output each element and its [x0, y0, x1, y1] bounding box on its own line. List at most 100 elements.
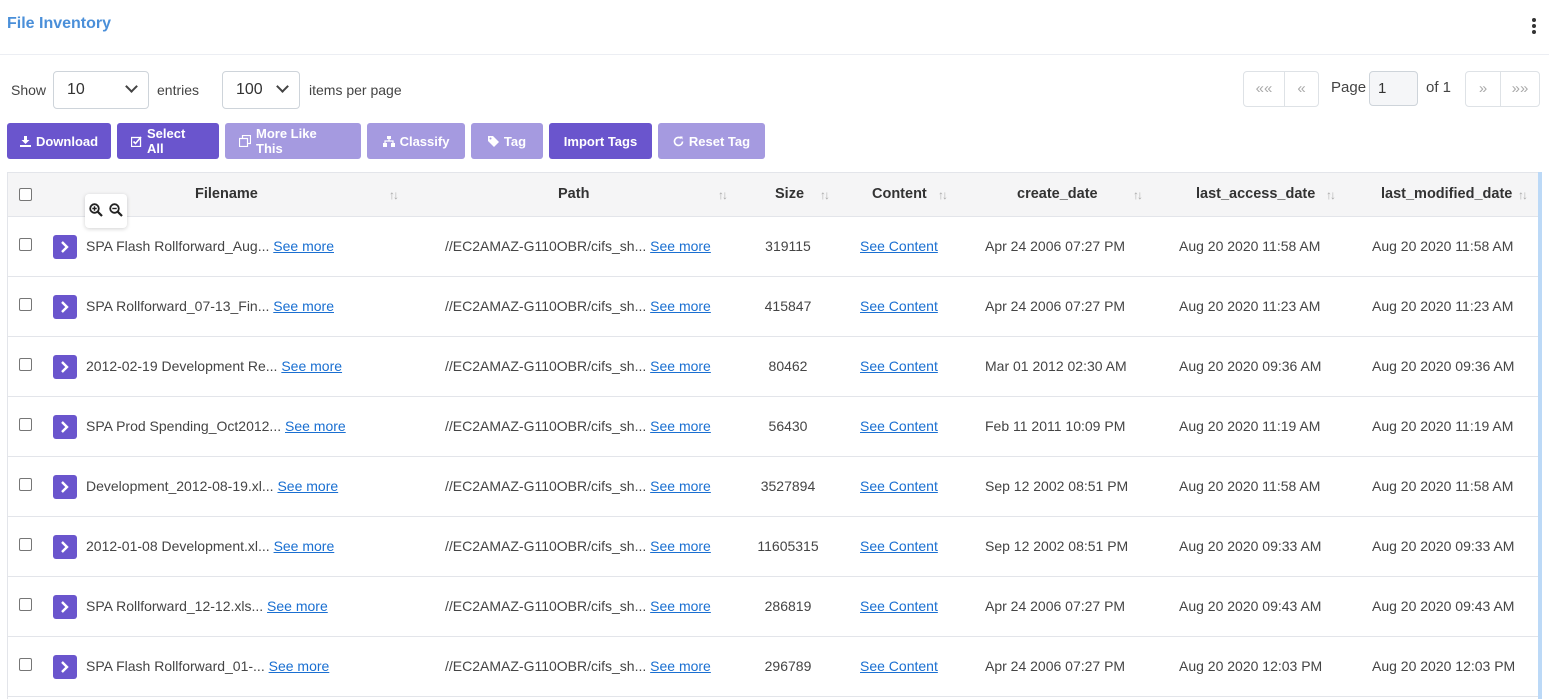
classify-button[interactable]: Classify [367, 123, 465, 159]
see-content-link[interactable]: See Content [860, 658, 938, 674]
more-options-icon[interactable] [1529, 16, 1539, 36]
see-content-link[interactable]: See Content [860, 358, 938, 374]
filename-cell: SPA Prod Spending_Oct2012... See more [86, 418, 346, 434]
see-more-link[interactable]: See more [650, 238, 711, 254]
filename-text: SPA Prod Spending_Oct2012... [86, 418, 282, 434]
column-header-size[interactable]: Size [775, 186, 804, 202]
column-header-last-access-date[interactable]: last_access_date [1196, 186, 1315, 202]
entries-label: entries [157, 82, 200, 98]
tag-button[interactable]: Tag [471, 123, 543, 159]
last-modified-date-cell: Aug 20 2020 09:43 AM [1372, 598, 1515, 614]
see-more-link[interactable]: See more [285, 418, 346, 434]
import-tags-button[interactable]: Import Tags [549, 123, 652, 159]
see-content-link[interactable]: See Content [860, 418, 938, 434]
expand-row-button[interactable] [53, 235, 77, 259]
table-row: Development_2012-08-19.xl... See more //… [8, 457, 1539, 517]
see-more-link[interactable]: See more [273, 238, 334, 254]
filename-cell: SPA Flash Rollforward_01-... See more [86, 658, 329, 674]
see-more-link[interactable]: See more [273, 298, 334, 314]
see-more-link[interactable]: See more [650, 298, 711, 314]
filename-text: Development_2012-08-19.xl... [86, 478, 274, 494]
page-number-input[interactable]: 1 [1369, 71, 1418, 106]
items-per-page-select[interactable]: 100 [222, 71, 300, 109]
row-checkbox[interactable] [19, 358, 32, 371]
zoom-in-icon[interactable] [89, 202, 103, 220]
path-text: //EC2AMAZ-G110OBR/cifs_sh... [445, 418, 647, 434]
column-header-content[interactable]: Content [872, 186, 927, 202]
row-checkbox[interactable] [19, 598, 32, 611]
row-checkbox[interactable] [19, 238, 32, 251]
see-content-link[interactable]: See Content [860, 238, 938, 254]
row-checkbox[interactable] [19, 418, 32, 431]
expand-row-button[interactable] [53, 475, 77, 499]
select-all-checkbox[interactable] [19, 188, 32, 201]
zoom-controls [85, 194, 127, 228]
sort-icon[interactable]: ↑↓ [938, 188, 948, 202]
sort-icon[interactable]: ↑↓ [1518, 188, 1528, 202]
check-square-icon [131, 135, 142, 147]
select-all-button[interactable]: Select All [117, 123, 219, 159]
expand-row-button[interactable] [53, 295, 77, 319]
see-more-link[interactable]: See more [650, 478, 711, 494]
filename-cell: 2012-02-19 Development Re... See more [86, 358, 342, 374]
download-button[interactable]: Download [7, 123, 111, 159]
column-header-path[interactable]: Path [558, 186, 589, 202]
path-cell: //EC2AMAZ-G110OBR/cifs_sh... See more [445, 538, 711, 554]
import-tags-label: Import Tags [563, 133, 638, 149]
table-row: SPA Prod Spending_Oct2012... See more //… [8, 397, 1539, 457]
see-content-link[interactable]: See Content [860, 538, 938, 554]
entries-select[interactable]: 10 [53, 71, 149, 109]
first-page-button[interactable]: «« [1243, 71, 1285, 107]
row-checkbox[interactable] [19, 658, 32, 671]
see-more-link[interactable]: See more [274, 538, 335, 554]
last-modified-date-cell: Aug 20 2020 12:03 PM [1372, 658, 1516, 674]
see-more-link[interactable]: See more [277, 478, 338, 494]
see-more-link[interactable]: See more [267, 598, 328, 614]
row-checkbox[interactable] [19, 538, 32, 551]
action-toolbar: Download Select All More Like This Class… [7, 123, 765, 159]
see-more-link[interactable]: See more [650, 418, 711, 434]
see-more-link[interactable]: See more [269, 658, 330, 674]
see-more-link[interactable]: See more [281, 358, 342, 374]
sort-icon[interactable]: ↑↓ [389, 188, 399, 202]
column-header-filename[interactable]: Filename [195, 186, 258, 202]
row-checkbox[interactable] [19, 298, 32, 311]
zoom-out-icon[interactable] [109, 202, 123, 220]
filename-cell: 2012-01-08 Development.xl... See more [86, 538, 334, 554]
row-checkbox[interactable] [19, 478, 32, 491]
expand-row-button[interactable] [53, 415, 77, 439]
vertical-scrollbar[interactable] [1538, 172, 1542, 699]
last-modified-date-cell: Aug 20 2020 09:36 AM [1372, 358, 1515, 374]
path-text: //EC2AMAZ-G110OBR/cifs_sh... [445, 298, 647, 314]
download-label: Download [35, 133, 99, 149]
reset-tag-button[interactable]: Reset Tag [658, 123, 765, 159]
see-content-link[interactable]: See Content [860, 598, 938, 614]
sort-icon[interactable]: ↑↓ [1133, 188, 1143, 202]
expand-row-button[interactable] [53, 655, 77, 679]
see-more-link[interactable]: See more [650, 658, 711, 674]
see-more-link[interactable]: See more [650, 358, 711, 374]
see-content-link[interactable]: See Content [860, 298, 938, 314]
filename-text: SPA Flash Rollforward_01-... [86, 658, 265, 674]
see-more-link[interactable]: See more [650, 598, 711, 614]
column-header-last-modified-date[interactable]: last_modified_date [1381, 186, 1512, 202]
see-more-link[interactable]: See more [650, 538, 711, 554]
copy-icon [239, 135, 251, 147]
page-header: File Inventory [0, 0, 1549, 55]
create-date-cell: Apr 24 2006 07:27 PM [985, 598, 1126, 614]
reset-tag-label: Reset Tag [688, 133, 751, 149]
prev-page-button[interactable]: « [1284, 71, 1319, 107]
sort-icon[interactable]: ↑↓ [820, 188, 830, 202]
see-content-link[interactable]: See Content [860, 478, 938, 494]
sort-icon[interactable]: ↑↓ [718, 188, 728, 202]
size-cell: 11605315 [757, 538, 819, 554]
next-page-button[interactable]: » [1465, 71, 1501, 107]
sort-icon[interactable]: ↑↓ [1326, 188, 1336, 202]
expand-row-button[interactable] [53, 535, 77, 559]
expand-row-button[interactable] [53, 355, 77, 379]
more-like-this-button[interactable]: More Like This [225, 123, 361, 159]
last-page-button[interactable]: »» [1500, 71, 1540, 107]
file-table: Filename ↑↓ Path ↑↓ Size ↑↓ Content ↑↓ c… [7, 172, 1542, 699]
column-header-create-date[interactable]: create_date [1017, 186, 1098, 202]
expand-row-button[interactable] [53, 595, 77, 619]
